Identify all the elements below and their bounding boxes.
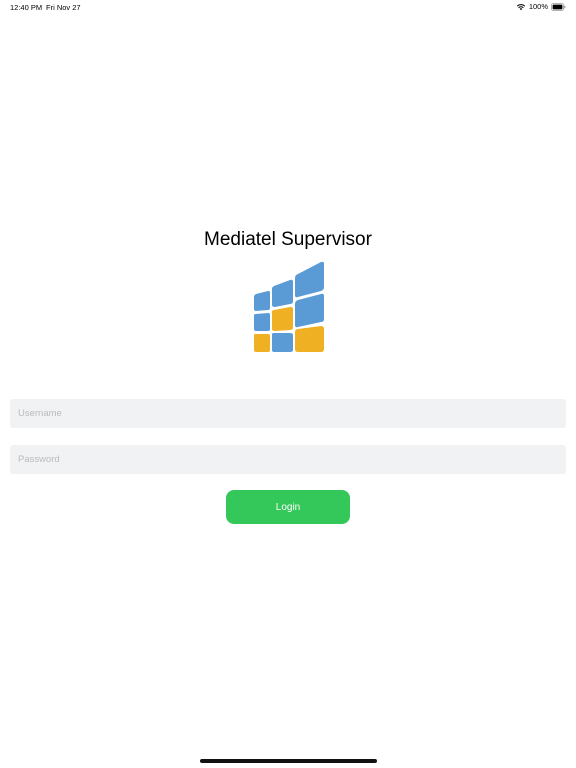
username-input[interactable] [10, 399, 566, 428]
battery-full-icon [551, 2, 566, 11]
status-bar: 12:40 PM Fri Nov 27 100% [0, 0, 576, 14]
status-date: Fri Nov 27 [46, 3, 81, 12]
app-title: Mediatel Supervisor [204, 229, 372, 250]
home-indicator[interactable] [200, 759, 377, 763]
password-input[interactable] [10, 445, 566, 474]
battery-percent: 100% [528, 2, 548, 11]
status-time: 12:40 PM [10, 3, 43, 12]
mediatel-logo [251, 259, 327, 355]
status-indicators: 100% [516, 2, 566, 11]
wifi-icon [516, 3, 526, 11]
login-button[interactable]: Login [226, 490, 350, 524]
